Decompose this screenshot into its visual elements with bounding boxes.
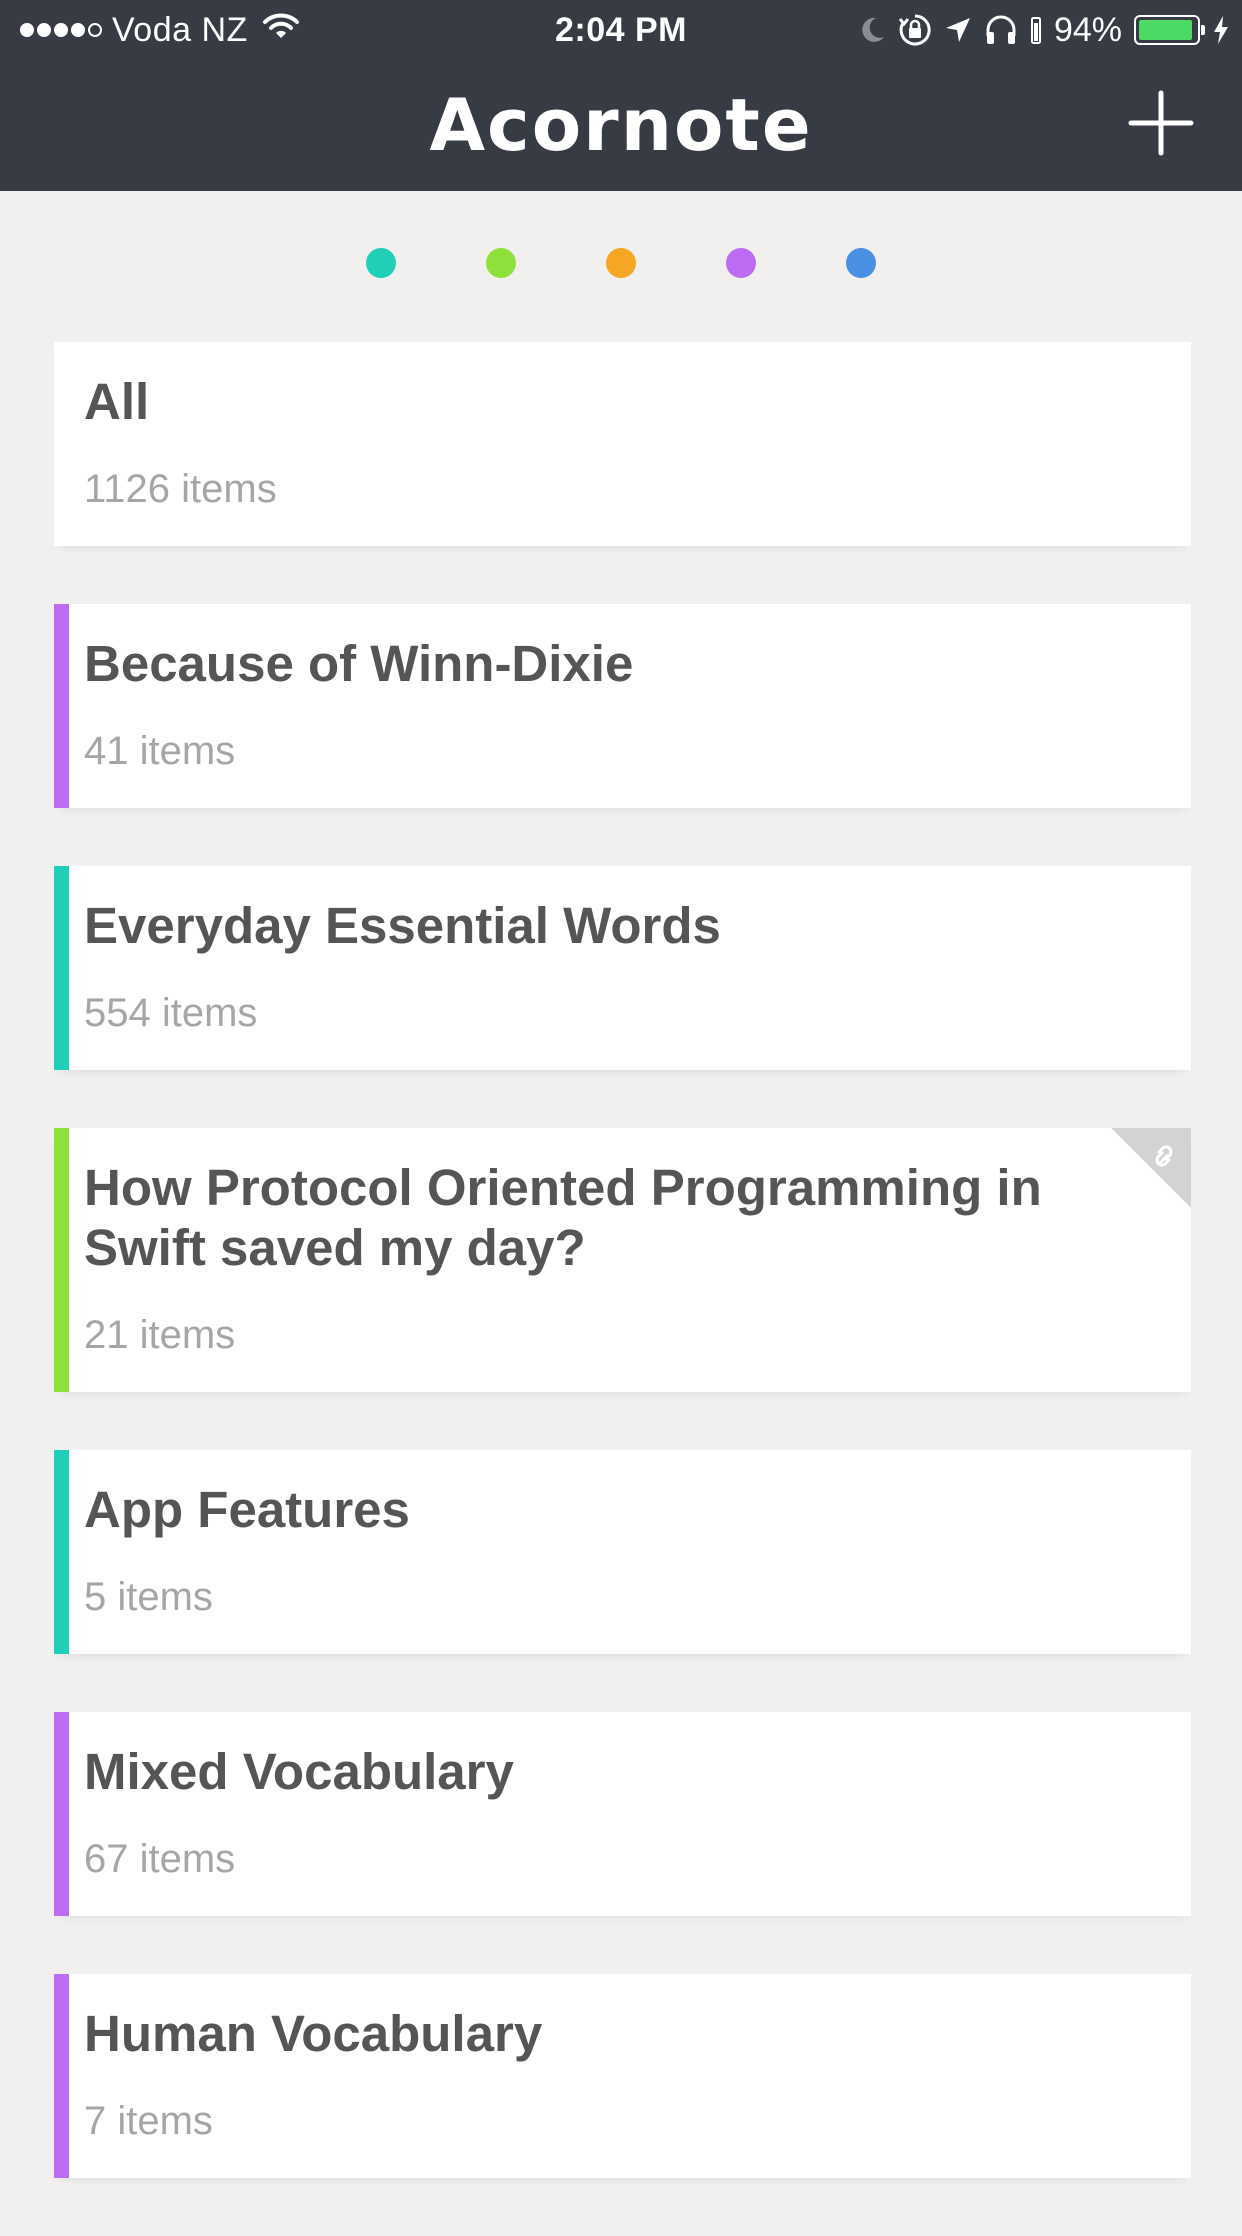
battery-small-icon <box>1030 15 1042 45</box>
folder-title: All <box>84 373 150 430</box>
folder-card[interactable]: App Features 5 items <box>54 1450 1191 1654</box>
status-bar-right: 94% <box>858 10 1230 50</box>
folder-title: App Features <box>84 1481 410 1538</box>
folder-card[interactable]: Human Vocabulary 7 items <box>54 1974 1191 2178</box>
charging-bolt-icon <box>1212 15 1230 45</box>
folder-color-bar <box>54 1712 69 1916</box>
folder-color-bar <box>54 1974 69 2178</box>
link-icon <box>1111 1128 1191 1208</box>
color-filter-orange[interactable] <box>606 248 636 278</box>
moon-icon <box>858 15 886 45</box>
battery-level-fill <box>1139 20 1192 40</box>
plus-icon <box>1128 90 1194 156</box>
color-filter-bar <box>0 248 1242 284</box>
color-filter-purple[interactable] <box>726 248 756 278</box>
battery-percent: 94% <box>1053 10 1122 49</box>
folder-card[interactable]: How Protocol Oriented Programming in Swi… <box>54 1128 1191 1392</box>
header: Voda NZ 2:04 PM 94% Acornote <box>0 0 1242 191</box>
app-title: Acornote <box>429 83 813 167</box>
rotation-lock-icon <box>898 13 932 47</box>
folder-title: Because of Winn-Dixie <box>84 635 634 692</box>
folder-title: How Protocol Oriented Programming in Swi… <box>84 1159 1042 1276</box>
add-button[interactable] <box>1128 90 1194 156</box>
folder-title: Mixed Vocabulary <box>84 1743 514 1800</box>
folder-color-bar <box>54 1450 69 1654</box>
folder-item-count: 554 items <box>84 991 258 1035</box>
headphones-icon <box>984 14 1018 46</box>
folder-title: Human Vocabulary <box>84 2005 543 2062</box>
color-filter-green[interactable] <box>486 248 516 278</box>
folder-item-count: 7 items <box>84 2099 213 2143</box>
folder-list: All 1126 items Because of Winn-Dixie 41 ite… <box>54 342 1191 2236</box>
location-arrow-icon <box>944 16 972 44</box>
folder-title: Everyday Essential Words <box>84 897 721 954</box>
color-filter-blue[interactable] <box>846 248 876 278</box>
folder-card[interactable]: Mixed Vocabulary 67 items <box>54 1712 1191 1916</box>
folder-item-count: 67 items <box>84 1837 236 1881</box>
nav-bar: Acornote <box>0 60 1242 191</box>
folder-item-count: 41 items <box>84 729 236 773</box>
folder-color-bar <box>54 1128 69 1392</box>
folder-item-count: 21 items <box>84 1313 236 1357</box>
folder-card[interactable]: All 1126 items <box>54 342 1191 546</box>
color-filter-teal[interactable] <box>366 248 396 278</box>
battery-icon <box>1134 15 1205 45</box>
folder-card[interactable]: Because of Winn-Dixie 41 items <box>54 604 1191 808</box>
folder-card[interactable]: Everyday Essential Words 554 items <box>54 866 1191 1070</box>
status-bar: Voda NZ 2:04 PM 94% <box>0 0 1242 60</box>
folder-item-count: 5 items <box>84 1575 213 1619</box>
folder-color-bar <box>54 604 69 808</box>
folder-item-count: 1126 items <box>84 467 277 511</box>
folder-color-bar <box>54 866 69 1070</box>
